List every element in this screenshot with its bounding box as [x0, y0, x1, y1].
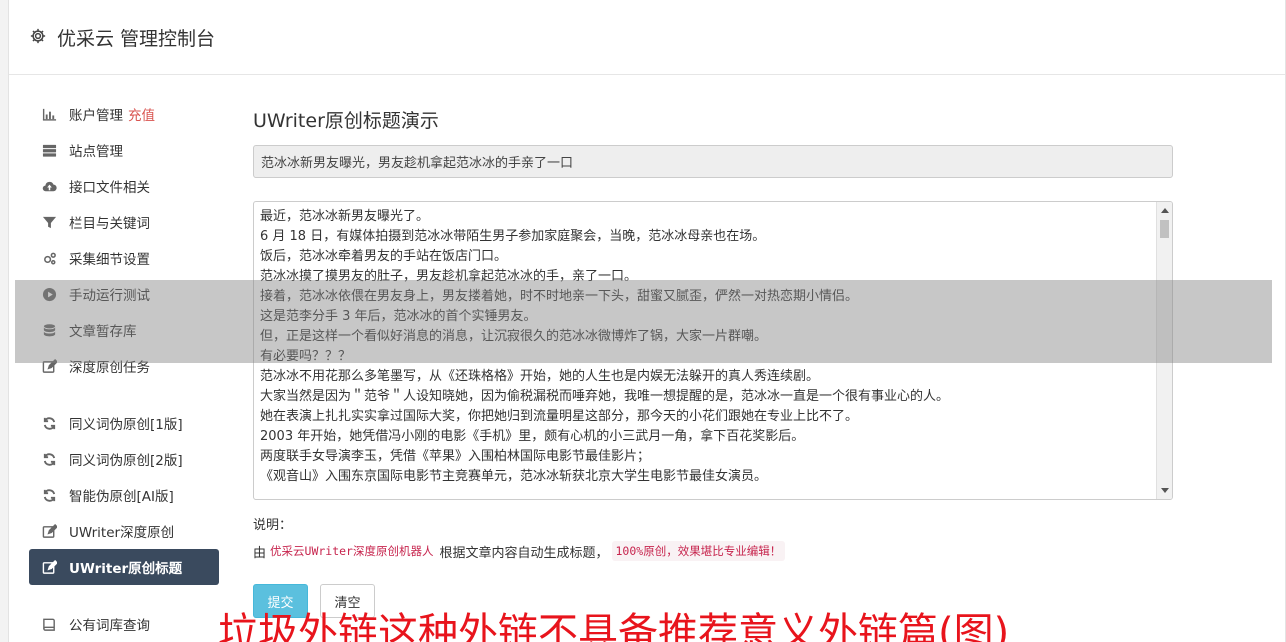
- sidebar-item-columns-keywords[interactable]: 栏目与关键词: [29, 204, 219, 240]
- sidebar-item-label: 智能伪原创[AI版]: [69, 489, 174, 505]
- sidebar-item-article-storage[interactable]: 文章暂存库: [29, 312, 219, 348]
- play-circle-icon: [40, 286, 58, 302]
- refresh-icon: [40, 487, 58, 503]
- scroll-thumb[interactable]: [1160, 220, 1169, 238]
- server-icon: [40, 142, 58, 158]
- edit-icon: [40, 559, 58, 575]
- sidebar-item-label: 采集细节设置: [69, 252, 150, 268]
- page-title: UWriter原创标题演示: [253, 110, 439, 132]
- content-line: 范冰冰摸了摸男友的肚子，男友趁机拿起范冰冰的手，亲了一口。: [260, 269, 638, 284]
- sidebar-item-public-lexicon[interactable]: 公有词库查询: [29, 606, 219, 642]
- content-line: 接着，范冰冰依偎在男友身上，男友搂着她，时不时地亲一下头，甜蜜又腻歪，俨然一对热…: [260, 289, 859, 304]
- refresh-icon: [40, 415, 58, 431]
- original-claim-code: 100%原创，效果堪比专业编辑！: [611, 541, 786, 561]
- sidebar-item-label: UWriter原创标题: [69, 561, 183, 577]
- content-line: 最近，范冰冰新男友曝光了。: [260, 209, 430, 224]
- robot-name-code: 优采云UWriter深度原创机器人: [270, 544, 434, 558]
- cloud-upload-icon: [40, 178, 58, 194]
- edit-icon: [40, 523, 58, 539]
- sidebar-item-label: 站点管理: [69, 144, 123, 160]
- content-line: 有必要吗？？？: [260, 349, 352, 364]
- content-line: 范冰冰不用花那么多笔墨写，从《还珠格格》开始，她的人生也是内娱无法躲开的真人秀连…: [260, 369, 820, 384]
- sidebar-item-ai-pseudo[interactable]: 智能伪原创[AI版]: [29, 477, 219, 513]
- gear-icon: [29, 27, 57, 49]
- gears-icon: [40, 250, 58, 266]
- content-line: 但，正是这样一个看似好消息的消息，让沉寂很久的范冰冰微博炸了锅，大家一片群嘲。: [260, 329, 768, 344]
- database-icon: [40, 322, 58, 338]
- scroll-up-icon[interactable]: [1161, 208, 1169, 213]
- recharge-badge[interactable]: 充值: [128, 104, 155, 124]
- sidebar-item-synonym-v2[interactable]: 同义词伪原创[2版]: [29, 441, 219, 477]
- book-icon: [40, 616, 58, 632]
- sidebar-item-label: 账户管理: [69, 108, 123, 124]
- content-line: 6 月 18 日，有媒体拍摄到范冰冰带陌生男子参加家庭聚会，当晚，范冰冰母亲也在…: [260, 229, 766, 244]
- brand[interactable]: 优采云 管理控制台: [29, 24, 215, 51]
- content-line: 这是范李分手 3 年后，范冰冰的首个实锤男友。: [260, 309, 537, 324]
- sidebar-item-label: 深度原创任务: [69, 360, 150, 376]
- sidebar-item-uwriter-title[interactable]: UWriter原创标题: [29, 549, 219, 585]
- article-content-textarea[interactable]: 最近，范冰冰新男友曝光了。 6 月 18 日，有媒体拍摄到范冰冰带陌生男子参加家庭…: [253, 201, 1173, 500]
- content-line: 两度联手女导演李玉，凭借《苹果》入围柏林国际电影节最佳影片；: [260, 449, 651, 464]
- main-panel: UWriter原创标题演示 范冰冰新男友曝光，男友趁机拿起范冰冰的手亲了一口 最…: [253, 96, 1173, 618]
- sidebar-item-label: 公有词库查询: [69, 618, 150, 634]
- sidebar-item-deep-original-task[interactable]: 深度原创任务: [29, 348, 219, 384]
- sidebar-item-uwriter-deep[interactable]: UWriter深度原创: [29, 513, 219, 549]
- content-line: 2003 年开始，她凭借冯小刚的电影《手机》里，颇有心机的小三武月一角，拿下百花…: [260, 429, 805, 444]
- sidebar-divider: [29, 384, 219, 405]
- scroll-down-icon[interactable]: [1161, 488, 1169, 493]
- app-frame: 优采云 管理控制台 账户管理 充值 站点管理 接口文件相关 栏目与关键词 采集细…: [8, 0, 1286, 642]
- sidebar-item-manual-run[interactable]: 手动运行测试: [29, 276, 219, 312]
- edit-icon: [40, 358, 58, 374]
- filter-icon: [40, 214, 58, 230]
- watermark-caption: 垃圾外链这种外链不具备推荐意义外链篇(图): [218, 610, 1010, 642]
- sidebar-item-sites[interactable]: 站点管理: [29, 132, 219, 168]
- app-title: 优采云 管理控制台: [57, 28, 216, 50]
- sidebar-item-account[interactable]: 账户管理 充值: [29, 96, 219, 132]
- generated-title-field[interactable]: 范冰冰新男友曝光，男友趁机拿起范冰冰的手亲了一口: [253, 145, 1173, 178]
- note-prefix: 由: [253, 545, 267, 561]
- sidebar: 账户管理 充值 站点管理 接口文件相关 栏目与关键词 采集细节设置 手动运行测试…: [29, 96, 219, 642]
- sidebar-item-interface-files[interactable]: 接口文件相关: [29, 168, 219, 204]
- sidebar-divider: [29, 585, 219, 606]
- note-text: 由 优采云UWriter深度原创机器人 根据文章内容自动生成标题， 100%原创…: [253, 541, 1173, 561]
- note-middle: 根据文章内容自动生成标题，: [439, 545, 609, 561]
- note-label: 说明：: [253, 518, 293, 533]
- sidebar-item-label: UWriter深度原创: [69, 525, 175, 541]
- sidebar-item-label: 同义词伪原创[1版]: [69, 417, 183, 433]
- content-line: 《观音山》入围东京国际电影节主竞赛单元，范冰冰斩获北京大学生电影节最佳女演员。: [260, 469, 768, 484]
- content-line: 大家当然是因为＂范爷＂人设知晓她，因为偷税漏税而唾弃她，我唯一想提醒的是，范冰冰…: [260, 389, 950, 404]
- top-bar: 优采云 管理控制台: [9, 0, 1285, 75]
- refresh-icon: [40, 451, 58, 467]
- sidebar-item-label: 接口文件相关: [69, 180, 150, 196]
- sidebar-item-synonym-v1[interactable]: 同义词伪原创[1版]: [29, 405, 219, 441]
- sidebar-item-label: 栏目与关键词: [69, 216, 150, 232]
- sidebar-item-label: 手动运行测试: [69, 288, 150, 304]
- sidebar-item-collect-settings[interactable]: 采集细节设置: [29, 240, 219, 276]
- content-line: 她在表演上扎扎实实拿过国际大奖，你把她归到流量明星这部分，那今天的小花们跟她在专…: [260, 409, 859, 424]
- article-content-lines: 最近，范冰冰新男友曝光了。 6 月 18 日，有媒体拍摄到范冰冰带陌生男子参加家庭…: [254, 202, 1172, 487]
- textarea-scrollbar[interactable]: [1156, 202, 1172, 499]
- sidebar-item-label: 同义词伪原创[2版]: [69, 453, 183, 469]
- sidebar-item-label: 文章暂存库: [69, 324, 137, 340]
- content-line: 饭后，范冰冰牵着男友的手站在饭店门口。: [260, 249, 508, 264]
- bar-chart-icon: [40, 106, 58, 122]
